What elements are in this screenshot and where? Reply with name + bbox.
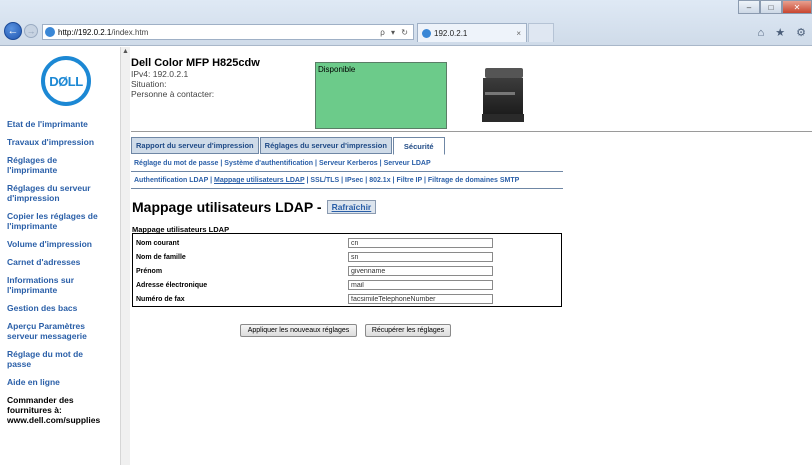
restore-settings-button[interactable]: Récupérer les réglages <box>365 324 451 337</box>
tab-close-icon[interactable]: × <box>516 29 521 38</box>
dell-logo: DØLL <box>41 56 91 106</box>
link-8021x[interactable]: 802.1x <box>369 177 390 184</box>
field-row-email: Adresse électronique <box>133 280 561 292</box>
link-kerberos-server[interactable]: Serveur Kerberos <box>319 160 378 167</box>
link-ldap-auth[interactable]: Authentification LDAP <box>134 177 208 184</box>
page-title: Mappage utilisateurs LDAP - Rafraîchir <box>132 199 377 215</box>
ie-page-icon <box>45 27 55 37</box>
field-row-surname: Nom de famille <box>133 252 561 264</box>
field-label: Nom courant <box>136 240 180 247</box>
minimize-button[interactable]: – <box>738 0 760 14</box>
sidebar-item-print-server-settings[interactable]: Réglages du serveur d'impression <box>7 183 97 203</box>
sidebar-item-printer-info[interactable]: Informations sur l'imprimante <box>7 275 95 295</box>
field-label: Adresse électronique <box>136 282 208 289</box>
field-row-fax: Numéro de fax <box>133 294 561 306</box>
link-ip-filter[interactable]: Filtre IP <box>396 177 422 184</box>
security-sublinks: Réglage du mot de passe | Système d'auth… <box>134 160 431 167</box>
toolbar-icons[interactable]: ⌂ ★ ⚙ <box>758 26 810 39</box>
sidebar-item-copy-printer-settings[interactable]: Copier les réglages de l'imprimante <box>7 211 119 231</box>
link-ssl-tls[interactable]: SSL/TLS <box>310 177 339 184</box>
field-row-common-name: Nom courant <box>133 238 561 250</box>
link-ipsec[interactable]: IPsec <box>345 177 363 184</box>
url-host: http://192.0.2.1 <box>58 27 112 37</box>
printer-image <box>481 68 525 122</box>
ldap-mapping-table: Nom courant Nom de famille Prénom Adress… <box>132 233 562 307</box>
header-divider <box>131 131 812 132</box>
printer-contact: Personne à contacter: <box>131 89 215 99</box>
left-frame-scrollbar[interactable]: ▲ <box>120 47 130 465</box>
sidebar-item-mail-server-overview[interactable]: Aperçu Paramètres serveur messagerie <box>7 321 107 341</box>
ldap-sublinks: Authentification LDAP | Mappage utilisat… <box>134 177 520 184</box>
url-path: /index.htm <box>111 27 149 37</box>
link-ldap-server[interactable]: Serveur LDAP <box>384 160 431 167</box>
printer-situation: Situation: <box>131 79 167 89</box>
link-ldap-user-mapping[interactable]: Mappage utilisateurs LDAP <box>214 177 305 184</box>
link-smtp-domain-filter[interactable]: Filtrage de domaines SMTP <box>428 177 519 184</box>
maximize-button[interactable]: □ <box>760 0 782 14</box>
tab-title: 192.0.2.1 <box>434 28 468 38</box>
back-button[interactable]: ← <box>4 22 22 40</box>
status-panel: Disponible <box>315 62 447 129</box>
field-label: Nom de famille <box>136 254 186 261</box>
close-window-button[interactable]: ✕ <box>782 0 812 14</box>
tab-print-server-report[interactable]: Rapport du serveur d'impression <box>131 137 259 154</box>
tab-security[interactable]: Sécurité <box>392 137 445 155</box>
field-row-given-name: Prénom <box>133 266 561 278</box>
browser-tab[interactable]: 192.0.2.1 × <box>417 23 527 42</box>
link-auth-system[interactable]: Système d'authentification <box>224 160 313 167</box>
address-bar[interactable]: http://192.0.2.1 /index.htm ρ ▾ ↻ <box>42 24 414 40</box>
tab-print-server-settings[interactable]: Réglages du serveur d'impression <box>259 137 392 154</box>
surname-input[interactable] <box>348 252 493 262</box>
address-controls[interactable]: ρ ▾ ↻ <box>380 28 410 37</box>
scroll-up-icon[interactable]: ▲ <box>121 48 130 55</box>
sublinks-divider-1 <box>131 171 563 172</box>
given-name-input[interactable] <box>348 266 493 276</box>
sidebar-item-online-help[interactable]: Aide en ligne <box>7 377 119 387</box>
refresh-button[interactable]: Rafraîchir <box>326 200 377 214</box>
sublinks-divider-2 <box>131 188 563 189</box>
sidebar-item-print-volume[interactable]: Volume d'impression <box>7 239 119 249</box>
ie-tab-icon <box>422 28 431 38</box>
left-navigation-frame: DØLL Etat de l'imprimante Travaux d'impr… <box>0 47 120 465</box>
window-controls: – □ ✕ <box>738 0 812 14</box>
sidebar-item-address-book[interactable]: Carnet d'adresses <box>7 257 119 267</box>
sidebar-item-password-settings[interactable]: Réglage du mot de passe <box>7 349 97 369</box>
apply-settings-button[interactable]: Appliquer les nouveaux réglages <box>240 324 357 337</box>
sidebar-item-printer-status[interactable]: Etat de l'imprimante <box>7 119 119 129</box>
forward-button[interactable]: → <box>24 24 38 38</box>
page-title-text: Mappage utilisateurs LDAP - <box>132 199 322 215</box>
sidebar-item-order-supplies[interactable]: Commander des fournitures à: www.dell.co… <box>7 395 100 425</box>
sidebar-menu: Etat de l'imprimante Travaux d'impressio… <box>7 119 119 425</box>
tab-bar: Rapport du serveur d'impression Réglages… <box>131 137 446 155</box>
field-label: Prénom <box>136 268 163 275</box>
new-tab-button[interactable] <box>528 23 554 42</box>
printer-model: Dell Color MFP H825cdw <box>131 57 260 69</box>
email-input[interactable] <box>348 280 493 290</box>
sidebar-item-print-jobs[interactable]: Travaux d'impression <box>7 137 119 147</box>
fax-input[interactable] <box>348 294 493 304</box>
printer-ipv4: IPv4: 192.0.2.1 <box>131 69 189 79</box>
link-password-settings[interactable]: Réglage du mot de passe <box>134 160 218 167</box>
field-label: Numéro de fax <box>136 296 185 303</box>
browser-chrome: ← → http://192.0.2.1 /index.htm ρ ▾ ↻ 19… <box>0 0 812 46</box>
sidebar-item-tray-management[interactable]: Gestion des bacs <box>7 303 119 313</box>
common-name-input[interactable] <box>348 238 493 248</box>
printer-header: Dell Color MFP H825cdw IPv4: 192.0.2.1 S… <box>131 57 260 99</box>
sidebar-item-printer-settings[interactable]: Réglages de l'imprimante <box>7 155 82 175</box>
